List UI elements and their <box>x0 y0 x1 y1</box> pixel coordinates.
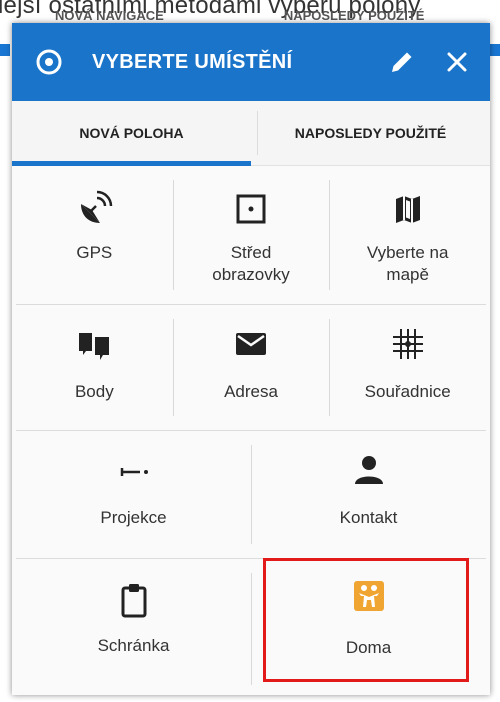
options-row-1: GPS Střed obrazovky Vyberte na mapě <box>16 166 486 305</box>
option-clipboard-label: Schránka <box>97 636 170 655</box>
option-address[interactable]: Adresa <box>172 305 330 430</box>
option-screen-center-label-line2: obrazovky <box>212 265 290 284</box>
select-location-dialog: VYBERTE UMÍSTĚNÍ NOVÁ POLOHA NAPOSLEDY P… <box>12 23 490 695</box>
option-contact[interactable]: Kontakt <box>251 431 486 558</box>
target-icon <box>36 49 62 75</box>
background-tab-right: NAPOSLEDY POUŽITÉ <box>283 8 425 23</box>
option-coordinates-label: Souřadnice <box>364 382 451 401</box>
pencil-icon[interactable] <box>388 48 416 76</box>
highlight-box <box>263 558 469 682</box>
tab-recently-used[interactable]: NAPOSLEDY POUŽITÉ <box>251 101 490 165</box>
option-pick-on-map-label: Vyberte na mapě <box>367 242 449 286</box>
option-clipboard[interactable]: Schránka <box>16 559 251 695</box>
dialog-title-bar: VYBERTE UMÍSTĚNÍ <box>12 23 490 101</box>
background-tab-left: NOVÁ NAVIGACE <box>55 8 164 23</box>
screen-center-icon <box>236 194 266 224</box>
option-projection-label: Projekce <box>100 508 167 527</box>
map-icon <box>395 196 420 223</box>
tab-new-location[interactable]: NOVÁ POLOHA <box>12 101 251 166</box>
option-gps[interactable]: GPS <box>16 166 173 304</box>
options-row-3: Projekce Kontakt <box>16 431 486 559</box>
option-address-label: Adresa <box>224 382 278 401</box>
option-screen-center-label: Střed obrazovky <box>212 242 289 286</box>
dialog-title: VYBERTE UMÍSTĚNÍ <box>92 50 293 73</box>
option-pick-on-map[interactable]: Vyberte na mapě <box>329 166 486 304</box>
points-icon <box>79 333 110 360</box>
option-coordinates[interactable]: Souřadnice <box>329 305 486 430</box>
option-projection[interactable]: Projekce <box>16 431 251 558</box>
close-icon[interactable] <box>446 51 468 73</box>
contact-person-icon <box>354 456 383 484</box>
background-blue-edge-right <box>490 44 500 56</box>
coordinates-grid-icon <box>392 329 423 359</box>
option-screen-center[interactable]: Střed obrazovky <box>172 166 330 304</box>
option-points[interactable]: Body <box>16 305 173 430</box>
dialog-tabs: NOVÁ POLOHA NAPOSLEDY POUŽITÉ <box>12 101 490 166</box>
envelope-icon <box>236 333 266 355</box>
option-pick-on-map-label-line1: Vyberte na <box>366 243 449 262</box>
option-gps-label: GPS <box>76 243 113 262</box>
background-blue-edge-left <box>0 44 10 56</box>
options-row-2: Body Adresa Souřadnice <box>16 305 486 431</box>
option-points-label: Body <box>74 382 114 401</box>
option-screen-center-label-line1: Střed <box>230 243 272 262</box>
tab-divider <box>257 111 258 155</box>
option-contact-label: Kontakt <box>339 508 398 527</box>
satellite-dish-icon <box>81 190 113 223</box>
option-pick-on-map-label-line2: mapě <box>386 265 429 284</box>
projection-icon <box>120 468 148 476</box>
clipboard-icon <box>121 584 146 618</box>
background-tabs: NOVÁ NAVIGACE NAPOSLEDY POUŽITÉ <box>55 8 475 24</box>
